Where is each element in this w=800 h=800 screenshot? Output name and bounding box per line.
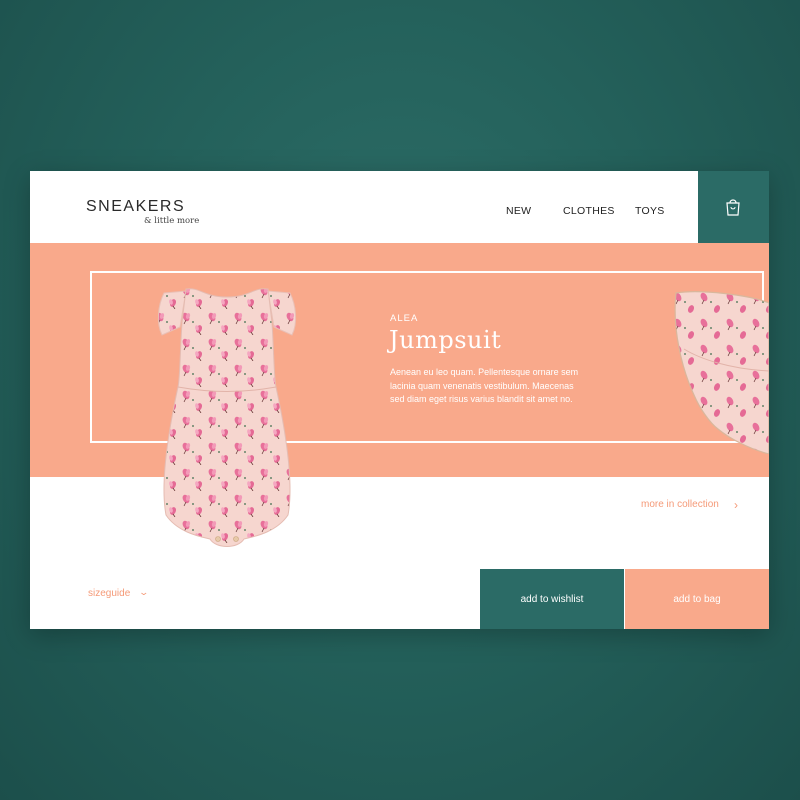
brand-tagline: & little more — [144, 216, 200, 226]
brand-logo[interactable]: SNEAKERS & little more — [86, 198, 199, 226]
product-title: Jumpsuit — [389, 326, 502, 354]
add-to-wishlist-button[interactable]: add to wishlist — [480, 569, 624, 629]
product-banner: ALEA Jumpsuit Aenean eu leo quam. Pellen… — [30, 243, 769, 477]
product-description: Aenean eu leo quam. Pellentesque ornare … — [390, 367, 579, 404]
shopping-bag-icon — [726, 199, 740, 216]
jumpsuit-image — [157, 288, 297, 547]
product-card: SNEAKERS & little more NEW CLOTHES TOYS … — [30, 171, 769, 629]
chevron-down-icon[interactable]: ⌄ — [138, 587, 149, 598]
add-to-bag-label: add to bag — [673, 593, 721, 605]
add-to-bag-button[interactable]: add to bag — [625, 569, 769, 629]
brand-name: SNEAKERS — [86, 198, 186, 215]
secondary-product-image — [674, 291, 769, 454]
shopping-bag-button[interactable] — [698, 171, 769, 243]
nav-item-new[interactable]: NEW — [506, 205, 531, 217]
nav-item-clothes[interactable]: CLOTHES — [563, 205, 615, 217]
chevron-right-icon[interactable]: › — [734, 498, 738, 512]
add-to-wishlist-label: add to wishlist — [520, 593, 584, 605]
product-label: ALEA — [390, 313, 419, 324]
sizeguide-link[interactable]: sizeguide — [88, 588, 130, 599]
nav-item-toys[interactable]: TOYS — [635, 205, 665, 217]
more-in-collection-link[interactable]: more in collection — [641, 499, 719, 510]
